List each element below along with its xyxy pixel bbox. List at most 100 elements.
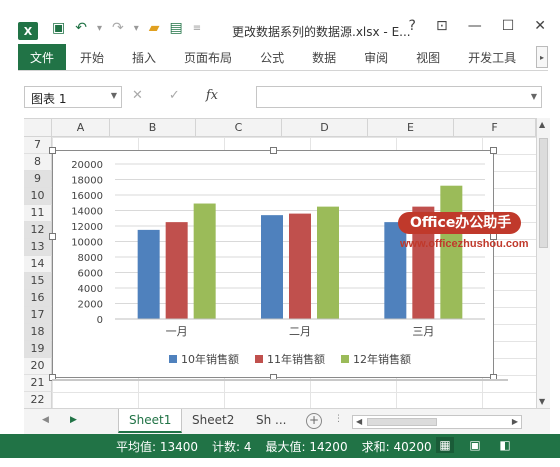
- horizontal-scroll-thumb[interactable]: [367, 418, 437, 426]
- sheet-tab-bar: ◀ ▶ Sheet1 Sheet2 Sh ... + ⋮ ◀ ▶: [24, 408, 550, 434]
- row-header-16[interactable]: 16: [24, 290, 52, 307]
- chart-area[interactable]: 20000 18000 16000 14000 12000 10000 8000 6000 40…: [49, 147, 497, 381]
- status-average[interactable]: 平均值: 13400: [116, 438, 198, 455]
- expand-formula-icon[interactable]: ▼: [531, 92, 537, 101]
- legend-item[interactable]: 12年销售额: [341, 351, 411, 367]
- undo-dropdown-icon[interactable]: ▾: [97, 23, 102, 34]
- sheet-next-icon[interactable]: ▶: [70, 415, 77, 425]
- tab-file[interactable]: 文件: [18, 44, 67, 70]
- row-header-19[interactable]: 19: [24, 341, 52, 358]
- name-box-value: 图表 1: [31, 92, 67, 106]
- y-tick-label: 14000: [71, 207, 103, 218]
- maximize-icon[interactable]: ☐: [502, 18, 515, 34]
- row-header-22[interactable]: 22: [24, 392, 52, 408]
- tab-developer[interactable]: 开发工具: [454, 44, 530, 70]
- bar[interactable]: [317, 206, 339, 319]
- row-header-20[interactable]: 20: [24, 358, 52, 375]
- row-header-10[interactable]: 10: [24, 188, 52, 205]
- legend-swatch: [341, 355, 349, 363]
- insert-function-icon[interactable]: fx: [206, 88, 218, 103]
- resize-handle[interactable]: [270, 147, 277, 154]
- column-header-c[interactable]: C: [196, 119, 282, 137]
- tab-formulas[interactable]: 公式: [246, 44, 298, 70]
- name-box[interactable]: 图表 1 ▼: [24, 86, 122, 108]
- chart-legend[interactable]: 10年销售额 11年销售额 12年销售额: [169, 351, 411, 367]
- scroll-right-icon[interactable]: ▶: [512, 417, 518, 426]
- row-header-8[interactable]: 8: [24, 154, 52, 171]
- row-header-15[interactable]: 15: [24, 273, 52, 290]
- vertical-scrollbar[interactable]: ▲ ▼: [536, 118, 550, 408]
- row-header-11[interactable]: 11: [24, 205, 52, 222]
- legend-label: 12年销售额: [353, 353, 411, 366]
- legend-item[interactable]: 10年销售额: [169, 351, 239, 367]
- bar[interactable]: [165, 222, 188, 319]
- row-header-14[interactable]: 14: [24, 256, 52, 273]
- scroll-down-icon[interactable]: ▼: [539, 397, 545, 406]
- horizontal-scrollbar[interactable]: ◀ ▶: [352, 415, 522, 429]
- legend-item[interactable]: 11年销售额: [255, 351, 325, 367]
- window-controls: ? ⊡ — ☐ ✕: [409, 18, 546, 34]
- row-header-12[interactable]: 12: [24, 222, 52, 239]
- tab-split-handle-icon[interactable]: ⋮: [334, 414, 343, 424]
- help-icon[interactable]: ?: [409, 18, 416, 34]
- bar[interactable]: [193, 203, 216, 319]
- status-max[interactable]: 最大值: 14200: [266, 438, 348, 455]
- resize-handle[interactable]: [490, 147, 497, 154]
- sheet-tab-sheet1[interactable]: Sheet1: [118, 409, 183, 433]
- row-header-17[interactable]: 17: [24, 307, 52, 324]
- resize-handle[interactable]: [49, 233, 56, 240]
- tab-page-layout[interactable]: 页面布局: [170, 44, 246, 70]
- scroll-up-icon[interactable]: ▲: [539, 120, 545, 129]
- ribbon-display-icon[interactable]: ⊡: [436, 18, 448, 34]
- row-header-18[interactable]: 18: [24, 324, 52, 341]
- tab-view[interactable]: 视图: [402, 44, 454, 70]
- name-box-dropdown-icon[interactable]: ▼: [111, 91, 117, 100]
- x-tick-label: 二月: [289, 325, 311, 338]
- status-bar: 平均值: 13400 计数: 4 最大值: 14200 求和: 40200 ▦ …: [0, 434, 560, 458]
- tab-data[interactable]: 数据: [298, 44, 350, 70]
- formula-input[interactable]: ▼: [256, 86, 542, 108]
- select-all-corner[interactable]: [24, 119, 52, 137]
- open-folder-icon[interactable]: ▰: [149, 20, 160, 36]
- sheet-prev-icon[interactable]: ◀: [42, 415, 49, 425]
- y-tick-label: 2000: [78, 300, 103, 311]
- scroll-left-icon[interactable]: ◀: [356, 417, 362, 426]
- bar[interactable]: [289, 213, 311, 319]
- column-header-b[interactable]: B: [110, 119, 196, 137]
- row-header-9[interactable]: 9: [24, 171, 52, 188]
- bar[interactable]: [261, 215, 283, 319]
- tab-home[interactable]: 开始: [66, 44, 118, 70]
- customize-qat-icon[interactable]: ≡: [193, 23, 201, 34]
- redo-dropdown-icon[interactable]: ▾: [134, 23, 139, 34]
- resize-handle[interactable]: [49, 147, 56, 154]
- row-header-21[interactable]: 21: [24, 375, 52, 392]
- add-sheet-button[interactable]: +: [306, 413, 322, 429]
- close-icon[interactable]: ✕: [534, 18, 546, 34]
- print-preview-icon[interactable]: ▤: [170, 20, 183, 36]
- column-header-e[interactable]: E: [368, 119, 454, 137]
- column-header-d[interactable]: D: [282, 119, 368, 137]
- save-icon[interactable]: ▣: [52, 20, 65, 36]
- column-header-f[interactable]: F: [454, 119, 536, 137]
- page-break-view-icon[interactable]: ◧: [496, 437, 514, 453]
- ribbon-scroll-right-icon[interactable]: ▸: [536, 46, 548, 68]
- cancel-icon[interactable]: ✕: [132, 88, 143, 103]
- column-header-a[interactable]: A: [52, 119, 110, 137]
- formula-buttons: ✕ ✓ fx: [132, 88, 218, 103]
- undo-icon[interactable]: ↶: [75, 20, 87, 36]
- status-sum[interactable]: 求和: 40200: [362, 438, 432, 455]
- sheet-tab-sheet2[interactable]: Sheet2: [182, 409, 244, 433]
- tab-review[interactable]: 审阅: [350, 44, 402, 70]
- redo-icon[interactable]: ↷: [112, 20, 124, 36]
- tab-insert[interactable]: 插入: [118, 44, 170, 70]
- page-layout-view-icon[interactable]: ▣: [466, 437, 484, 453]
- enter-icon[interactable]: ✓: [169, 88, 180, 103]
- row-header-7[interactable]: 7: [24, 137, 52, 154]
- bar[interactable]: [137, 229, 160, 319]
- sheet-tab-sheet3[interactable]: Sh ...: [246, 409, 296, 433]
- row-header-13[interactable]: 13: [24, 239, 52, 256]
- normal-view-icon[interactable]: ▦: [436, 437, 454, 453]
- minimize-icon[interactable]: —: [468, 18, 482, 34]
- legend-swatch: [169, 355, 177, 363]
- status-count[interactable]: 计数: 4: [212, 438, 252, 455]
